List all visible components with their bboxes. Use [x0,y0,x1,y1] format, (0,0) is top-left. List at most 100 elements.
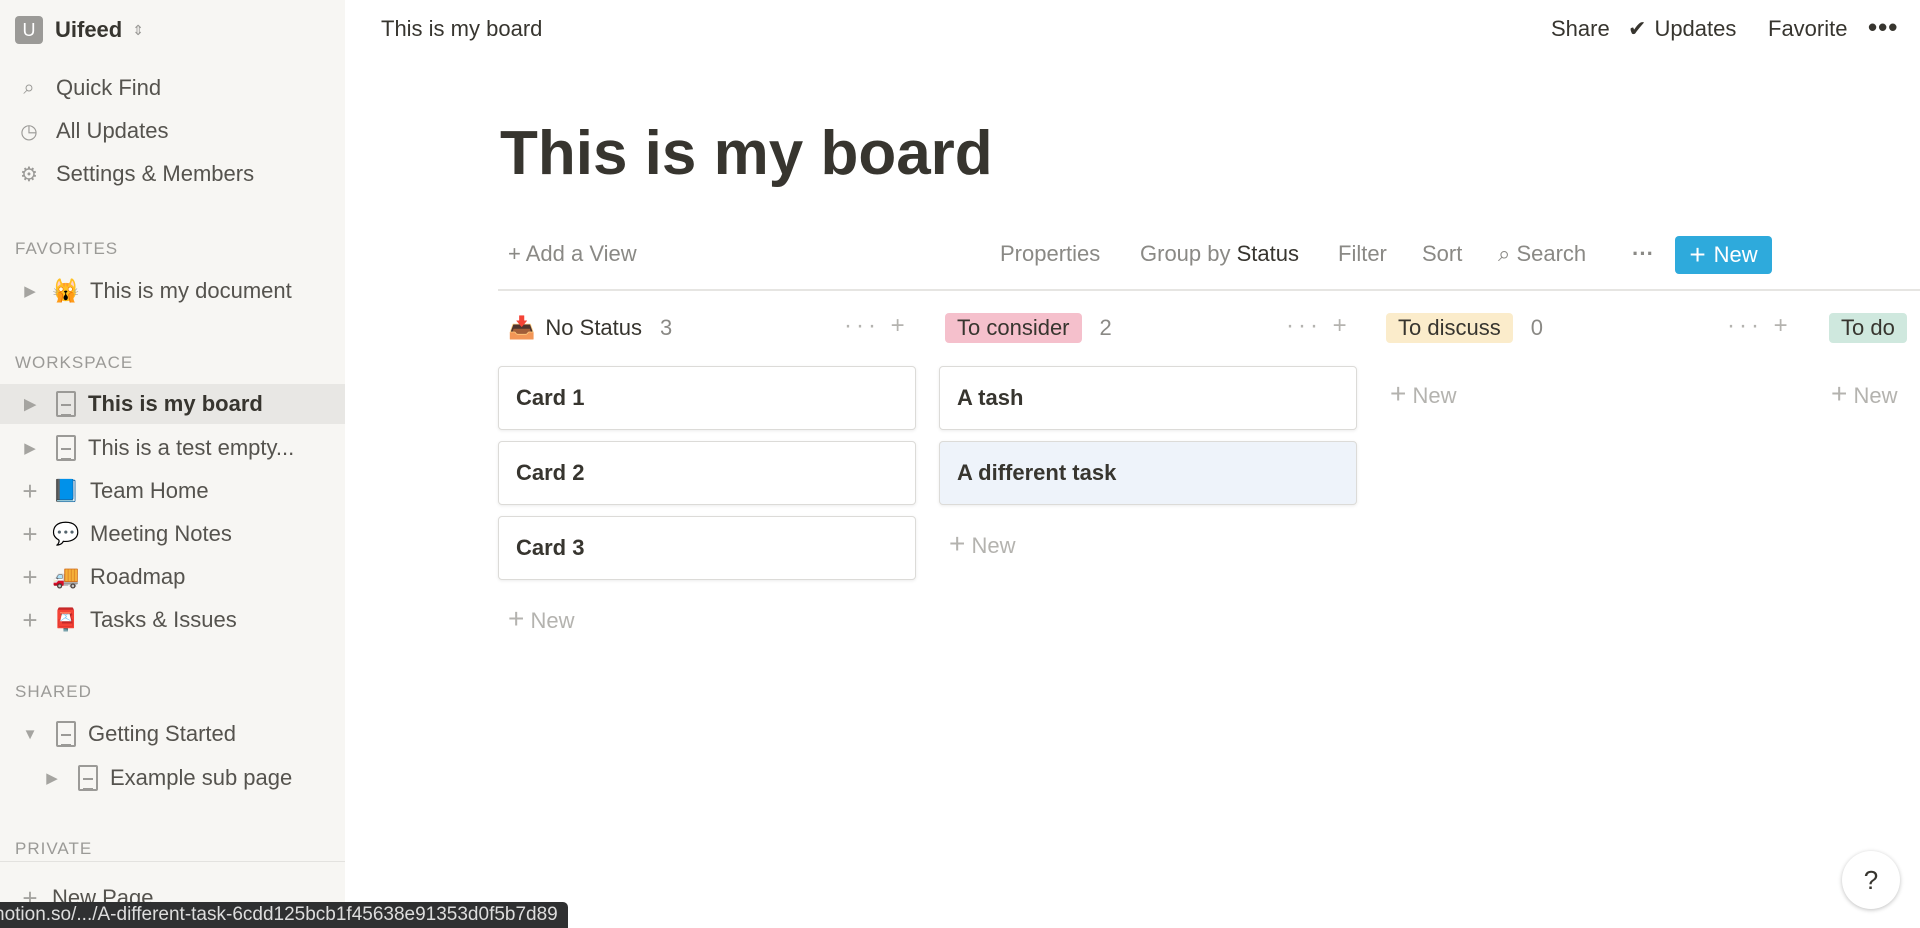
plus-icon[interactable]: + [18,519,42,550]
nav-label: Settings & Members [56,161,255,186]
divider [0,861,345,862]
updates-label: Updates [1654,16,1737,41]
sidebar-item-document[interactable]: ▶ 🙀 This is my document [0,271,345,311]
new-card-button[interactable]: + New [1831,378,1898,410]
workspace-heading: WORKSPACE [15,353,134,372]
more-icon[interactable]: ··· [844,312,880,339]
column-actions[interactable]: ··· + [1727,312,1792,340]
group-by-value: Status [1236,241,1299,266]
nav-settings[interactable]: ⚙ Settings & Members [0,154,345,194]
column-count: 3 [660,315,673,340]
plus-icon[interactable]: + [1774,312,1792,339]
breadcrumb-title[interactable]: This is my board [381,16,542,42]
group-by-label: Group by [1140,241,1231,266]
board-card[interactable]: Card 3 [498,516,916,580]
workspace-switcher[interactable]: U Uifeed ⇕ [0,10,345,50]
sidebar-item-board[interactable]: ▶ This is my board [0,384,345,424]
help-button[interactable]: ? [1842,851,1900,909]
board-card-hovered[interactable]: A different task [939,441,1357,505]
inbox-icon: 📥 [508,315,536,340]
nav-quick-find[interactable]: ⌕ Quick Find [0,68,345,108]
collapse-icon[interactable]: ▼ [18,726,42,743]
sidebar-item-label: Team Home [90,478,209,503]
expand-icon[interactable]: ▶ [18,395,42,413]
column-count: 0 [1530,315,1543,340]
sidebar-item-label: Getting Started [88,721,236,746]
column-actions[interactable]: ··· + [1286,312,1351,340]
gear-icon: ⚙ [20,163,38,186]
filter-button[interactable]: Filter [1338,241,1387,267]
sidebar-item-test-empty[interactable]: ▶ This is a test empty... [0,428,345,468]
column-count: 2 [1099,315,1112,340]
search-icon: ⌕ [23,76,35,99]
plus-icon: + [508,603,525,634]
share-button[interactable]: Share [1551,16,1610,42]
workspace-avatar: U [15,16,43,44]
favorites-heading: FAVORITES [15,239,119,258]
cat-emoji-icon: 🙀 [52,278,80,303]
board-card[interactable]: Card 1 [498,366,916,430]
new-card-button[interactable]: + New [508,603,575,635]
column-tag: To consider [945,313,1082,343]
more-icon[interactable]: ··· [1286,312,1322,339]
new-card-button[interactable]: + New [949,528,1016,560]
sidebar-item-getting-started[interactable]: ▼ Getting Started [0,714,345,754]
search-button[interactable]: ⌕ Search [1498,241,1586,267]
plus-icon: + [1831,378,1848,409]
search-icon: ⌕ [1498,241,1511,266]
plus-icon[interactable]: + [18,605,42,636]
sidebar-item-roadmap[interactable]: + 🚚 Roadmap [0,557,345,597]
column-header-to-discuss[interactable]: To discuss 0 [1386,312,1543,344]
new-label: New [1412,383,1457,408]
expand-icon[interactable]: ▶ [18,439,42,457]
plus-icon[interactable]: + [891,312,909,339]
new-button[interactable]: + New [1675,236,1772,274]
sidebar-item-label: This is my document [90,278,292,303]
sidebar-item-label: This is my board [88,391,263,416]
favorite-button[interactable]: Favorite [1768,16,1847,42]
plus-icon[interactable]: + [18,476,42,507]
column-header-no-status[interactable]: 📥 No Status 3 [508,312,672,344]
search-label: Search [1516,241,1587,266]
board-card[interactable]: Card 2 [498,441,916,505]
sidebar-item-meeting-notes[interactable]: + 💬 Meeting Notes [0,514,345,554]
group-by-button[interactable]: Group by Status [1140,241,1299,267]
page-title[interactable]: This is my board [500,118,993,189]
sidebar-item-example-sub[interactable]: ▶ Example sub page [0,758,345,798]
nav-label: All Updates [56,118,169,143]
updates-button[interactable]: ✔ Updates [1628,16,1736,42]
speech-emoji-icon: 💬 [52,521,80,546]
page-icon [56,721,76,747]
toolbar-divider [498,289,1920,291]
plus-icon[interactable]: + [18,562,42,593]
plus-icon: + [1689,239,1706,270]
column-actions[interactable]: ··· + [844,312,909,340]
more-icon[interactable]: ··· [1727,312,1763,339]
page-icon [78,765,98,791]
board-card[interactable]: A tash [939,366,1357,430]
more-options-icon[interactable]: ··· [1632,241,1654,267]
column-tag: To discuss [1386,313,1513,343]
sort-button[interactable]: Sort [1422,241,1462,267]
column-header-to-do[interactable]: To do [1829,312,1907,344]
plus-icon[interactable]: + [1333,312,1351,339]
new-card-button[interactable]: + New [1390,378,1457,410]
column-label: No Status [545,315,643,340]
sidebar-item-label: This is a test empty... [88,435,295,460]
properties-button[interactable]: Properties [1000,241,1100,267]
column-header-to-consider[interactable]: To consider 2 [945,312,1112,344]
sidebar-item-team-home[interactable]: + 📘 Team Home [0,471,345,511]
sidebar-item-label: Example sub page [110,765,293,790]
add-view-button[interactable]: + Add a View [508,241,637,267]
truck-emoji-icon: 🚚 [52,564,80,589]
expand-icon[interactable]: ▶ [18,282,42,300]
more-icon[interactable]: ••• [1868,12,1898,43]
private-heading: PRIVATE [15,839,93,858]
expand-icon[interactable]: ▶ [40,769,64,787]
column-tag: To do [1829,313,1907,343]
nav-all-updates[interactable]: ◷ All Updates [0,111,345,151]
mailbox-emoji-icon: 📮 [52,607,80,632]
sidebar-item-label: Roadmap [90,564,186,589]
clock-icon: ◷ [20,120,38,143]
sidebar-item-tasks[interactable]: + 📮 Tasks & Issues [0,600,345,640]
